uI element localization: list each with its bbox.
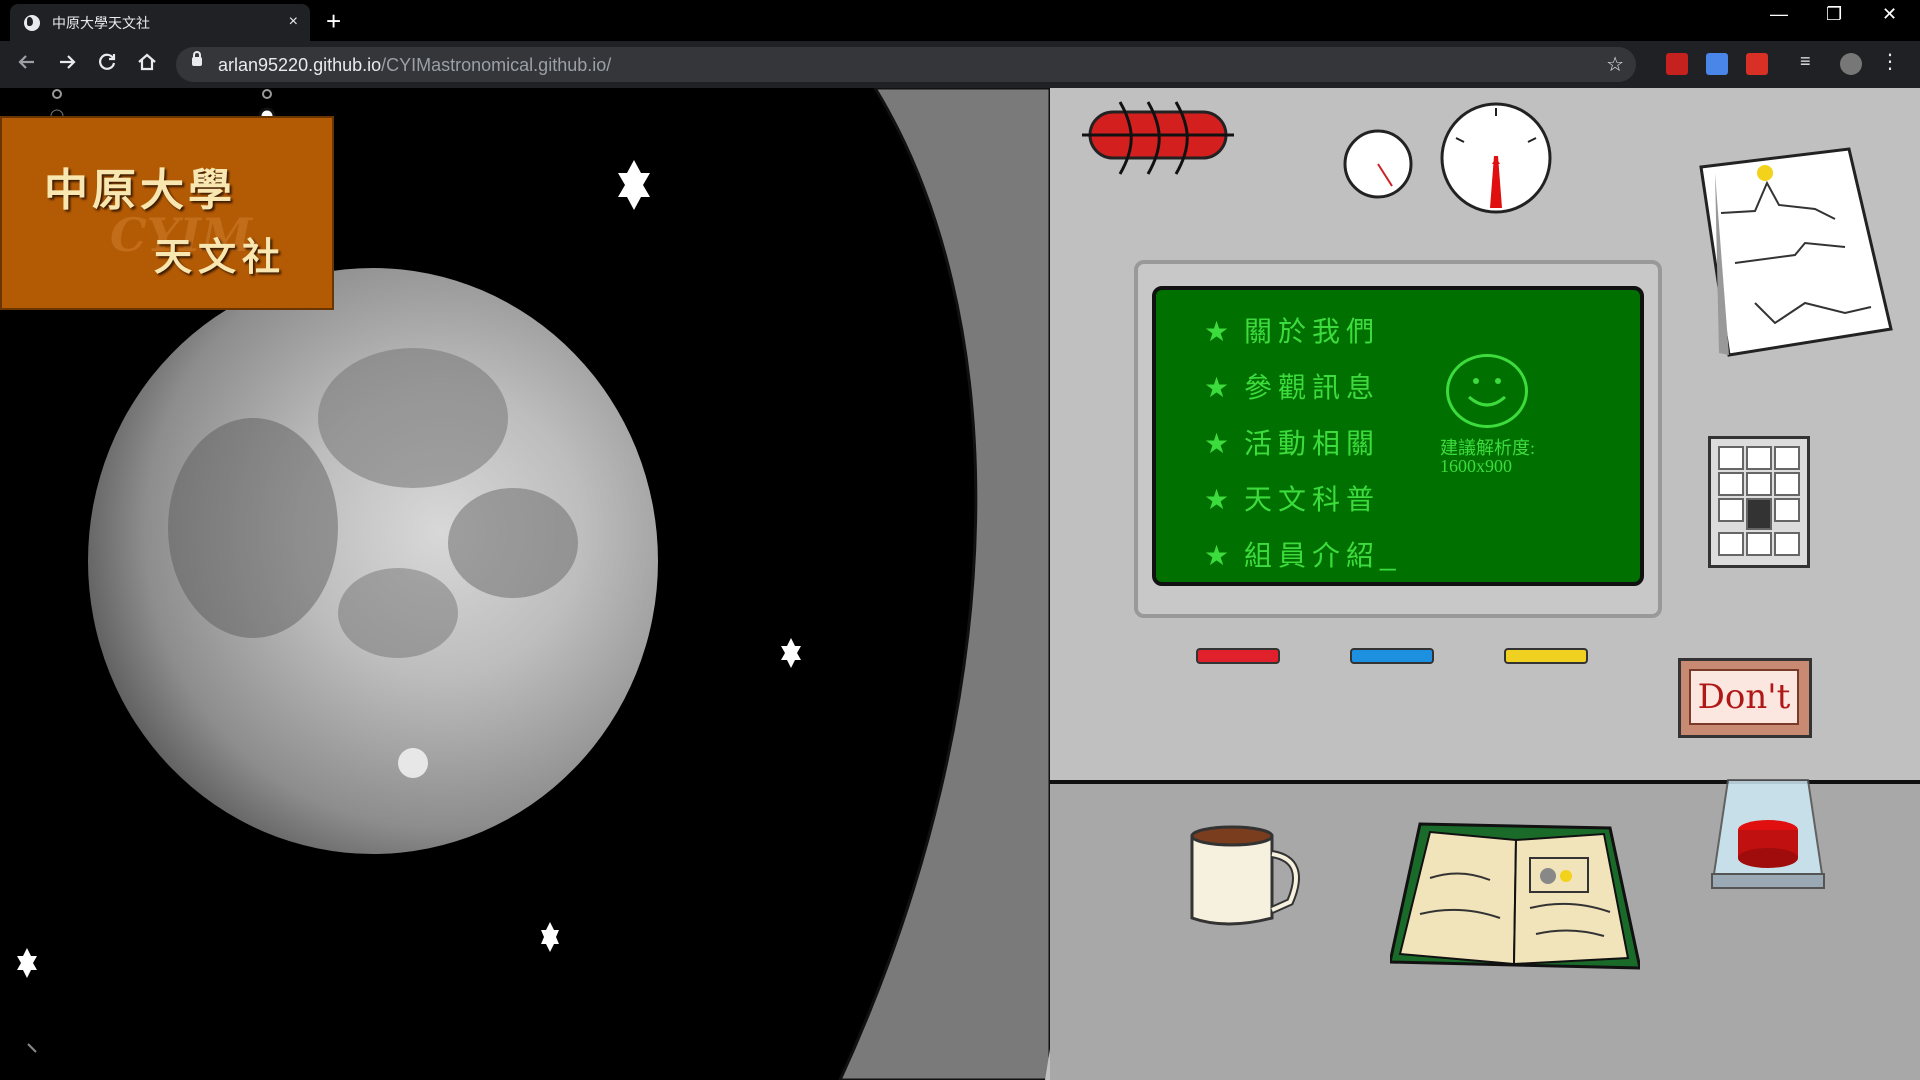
smiley-icon	[1446, 354, 1528, 428]
globe-favicon-icon	[24, 14, 40, 31]
close-window-button[interactable]: ✕	[1882, 4, 1897, 25]
star-bullet-icon: ★	[1204, 428, 1236, 459]
browser-tab-bar: 中原大學天文社 × + — ❐ ✕	[0, 0, 1920, 41]
star-bullet-icon: ★	[1204, 372, 1236, 403]
address-bar[interactable]: arlan95220.github.io/CYIMastronomical.gi…	[176, 47, 1636, 82]
profile-avatar[interactable]	[1840, 53, 1862, 75]
menu-item-astronomy[interactable]: ★ 天文科普	[1204, 478, 1380, 518]
large-gauge-icon	[1440, 102, 1552, 214]
graph-paper-note[interactable]	[1695, 143, 1895, 363]
green-screen-menu: ★ 關於我們 ★ 參觀訊息 ★ 活動相關 ★ 天文科普 ★ 組員介紹_ 建議解析度: 16…	[1152, 286, 1644, 586]
url-host: arlan95220.github.io	[218, 55, 382, 75]
playlist-icon[interactable]: ≡	[1800, 51, 1822, 73]
dont-sign[interactable]: Don't	[1678, 658, 1812, 738]
url-text[interactable]: arlan95220.github.io/CYIMastronomical.gi…	[218, 55, 611, 76]
menu-label: 活動相關	[1244, 428, 1381, 459]
minimize-window-button[interactable]: —	[1770, 4, 1788, 25]
monitor: ★ 關於我們 ★ 參觀訊息 ★ 活動相關 ★ 天文科普 ★ 組員介紹_ 建議解析度: 16…	[1134, 260, 1662, 618]
menu-item-members[interactable]: ★ 組員介紹_	[1204, 534, 1402, 574]
new-tab-button[interactable]: +	[326, 6, 341, 37]
hanging-chain-right	[258, 88, 276, 125]
dont-sign-text: Don't	[1689, 669, 1799, 725]
home-icon[interactable]	[136, 51, 158, 79]
star-bullet-icon: ★	[1204, 316, 1236, 347]
resolution-value: 1600x900	[1440, 456, 1512, 476]
red-button-glass-case[interactable]	[1708, 774, 1828, 914]
reload-icon[interactable]	[96, 51, 118, 79]
tab-close-icon[interactable]: ×	[289, 13, 298, 31]
open-book-icon[interactable]	[1390, 818, 1640, 978]
red-led-button[interactable]	[1196, 648, 1280, 664]
back-icon[interactable]	[16, 51, 38, 79]
forward-icon[interactable]	[56, 51, 78, 79]
keypad[interactable]	[1708, 436, 1810, 568]
yellow-led-button[interactable]	[1504, 648, 1588, 664]
blue-led-button[interactable]	[1350, 648, 1434, 664]
small-gauge-icon	[1343, 129, 1413, 199]
translate-extension-icon[interactable]	[1706, 53, 1728, 75]
menu-item-activities[interactable]: ★ 活動相關	[1204, 422, 1380, 462]
menu-item-visit[interactable]: ★ 參觀訊息	[1204, 366, 1380, 406]
menu-label: 組員介紹_	[1244, 540, 1402, 571]
coffee-mug-icon[interactable]	[1186, 824, 1316, 934]
menu-icon[interactable]: ⋮	[1880, 49, 1902, 73]
restore-window-button[interactable]: ❐	[1826, 4, 1842, 25]
star-bullet-icon: ★	[1204, 484, 1236, 515]
browser-toolbar: arlan95220.github.io/CYIMastronomical.gi…	[0, 41, 1920, 88]
red-capsule-icon[interactable]	[1080, 98, 1240, 178]
menu-label: 關於我們	[1244, 316, 1381, 347]
menu-label: 天文科普	[1244, 484, 1381, 515]
url-path: /CYIMastronomical.github.io/	[381, 55, 612, 75]
page-viewport: ★ 關於我們 ★ 參觀訊息 ★ 活動相關 ★ 天文科普 ★ 組員介紹_ 建議解析度: 16…	[0, 88, 1920, 1080]
logo-title-line2: 天文社	[154, 234, 287, 279]
tab-title: 中原大學天文社	[52, 14, 150, 31]
star-bullet-icon: ★	[1204, 540, 1236, 571]
menu-item-about[interactable]: ★ 關於我們	[1204, 310, 1380, 350]
menu-label: 參觀訊息	[1244, 372, 1381, 403]
pdf-extension-icon[interactable]	[1666, 53, 1688, 75]
logo-title-line1: 中原大學	[44, 165, 236, 216]
hanging-chain-left	[50, 88, 64, 123]
club-logo-sign[interactable]: CYIM 中原大學 天文社	[0, 116, 334, 310]
browser-tab[interactable]: 中原大學天文社 ×	[10, 4, 310, 41]
lock-icon	[192, 51, 202, 66]
bookmark-star-icon[interactable]: ☆	[1606, 52, 1624, 77]
media-extension-icon[interactable]	[1746, 53, 1768, 75]
